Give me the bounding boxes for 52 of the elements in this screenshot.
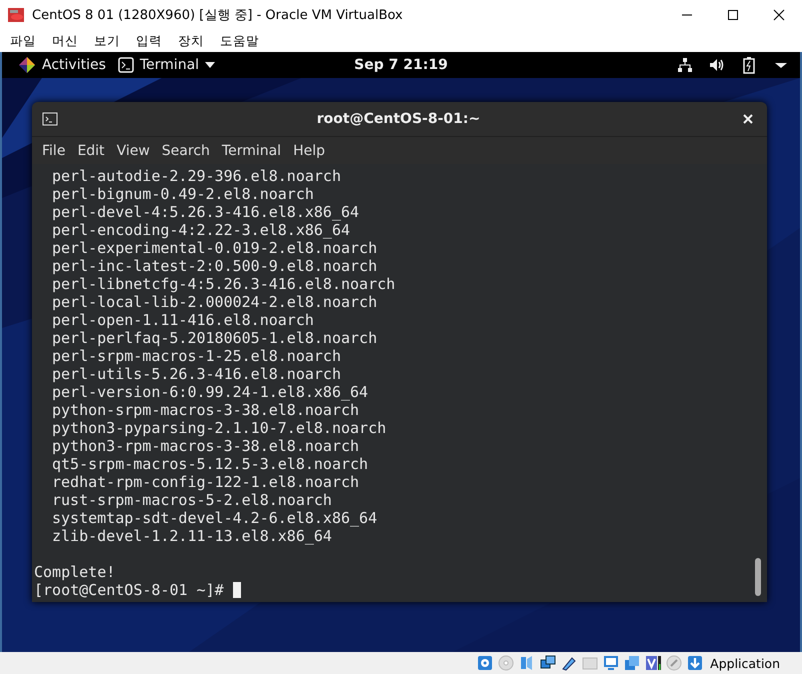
terminal-line: rust-srpm-macros-5-2.el8.noarch xyxy=(52,491,332,509)
terminal-line: python3-pyparsing-2.1.10-7.el8.noarch xyxy=(52,419,386,437)
scrollbar-thumb[interactable] xyxy=(755,558,761,596)
menu-item[interactable]: 파일 xyxy=(2,32,44,50)
close-icon xyxy=(743,114,753,124)
terminal-icon xyxy=(118,57,134,73)
menu-item[interactable]: 장치 xyxy=(170,32,212,50)
shell-prompt: [root@CentOS-8-01 ~]# xyxy=(34,581,224,599)
window-title: CentOS 8 01 (1280X960) [실행 중] - Oracle VM VirtualBox xyxy=(32,7,404,24)
menu-item[interactable]: File xyxy=(36,142,72,159)
terminal-line: perl-version-6:0.99.24-1.el8.x86_64 xyxy=(52,383,368,401)
virtualbox-icon xyxy=(8,7,24,23)
terminal-line: perl-encoding-4:2.22-3.el8.x86_64 xyxy=(52,221,350,239)
menu-item[interactable]: 보기 xyxy=(86,32,128,50)
menu-item[interactable]: Search xyxy=(156,142,216,159)
terminal-line: perl-inc-latest-2:0.500-9.el8.noarch xyxy=(52,257,378,275)
close-icon xyxy=(773,9,785,21)
menu-item[interactable]: 입력 xyxy=(128,32,170,50)
terminal-line: perl-local-lib-2.000024-2.el8.noarch xyxy=(52,293,378,311)
terminal-line: perl-srpm-macros-1-25.el8.noarch xyxy=(52,347,341,365)
terminal-line: perl-devel-4:5.26.3-416.el8.x86_64 xyxy=(52,203,360,221)
display-icon[interactable] xyxy=(602,654,620,672)
menu-item[interactable]: Help xyxy=(287,142,331,159)
terminal-line: perl-autodie-2.29-396.el8.noarch xyxy=(52,167,341,185)
terminal-icon xyxy=(42,112,58,126)
terminal-line: systemtap-sdt-devel-4.2-6.el8.x86_64 xyxy=(52,509,378,527)
centos-logo xyxy=(18,56,36,74)
terminal-line: perl-experimental-0.019-2.el8.noarch xyxy=(52,239,378,257)
clock[interactable]: Sep 7 21:19 xyxy=(354,57,448,73)
menu-item[interactable]: View xyxy=(110,142,156,159)
terminal-line: qt5-srpm-macros-5.12.5-3.el8.noarch xyxy=(52,455,368,473)
terminal-line: perl-libnetcfg-4:5.26.3-416.el8.noarch xyxy=(52,275,396,293)
terminal-line: python-srpm-macros-3-38.el8.noarch xyxy=(52,401,360,419)
text-cursor xyxy=(232,582,241,598)
terminal-line: python3-rpm-macros-3-38.el8.noarch xyxy=(52,437,360,455)
activities-button[interactable]: Activities xyxy=(12,56,112,74)
terminal-line: redhat-rpm-config-122-1.el8.noarch xyxy=(52,473,360,491)
terminal-line: zlib-devel-1.2.11-13.el8.x86_64 xyxy=(52,527,332,545)
menu-item[interactable]: 도움말 xyxy=(212,32,267,50)
menu-item[interactable]: 머신 xyxy=(44,32,86,50)
app-menu-button[interactable]: Terminal xyxy=(112,57,222,73)
maximize-icon xyxy=(727,9,739,21)
caret-icon xyxy=(205,62,216,68)
terminal-line: perl-utils-5.26.3-416.el8.noarch xyxy=(52,365,341,383)
terminal-line: perl-open-1.11-416.el8.noarch xyxy=(52,311,314,329)
terminal-line: Complete! xyxy=(34,563,116,581)
terminal-line: perl-bignum-0.49-2.el8.noarch xyxy=(52,185,314,203)
terminal-line: perl-perlfaq-5.20180605-1.el8.noarch xyxy=(52,329,378,347)
terminal-title: root@CentOS-8-01:~ xyxy=(316,111,482,128)
menu-item[interactable]: Edit xyxy=(71,142,111,159)
host-key-label: Application xyxy=(710,656,780,670)
menu-item[interactable]: Terminal xyxy=(216,142,288,159)
